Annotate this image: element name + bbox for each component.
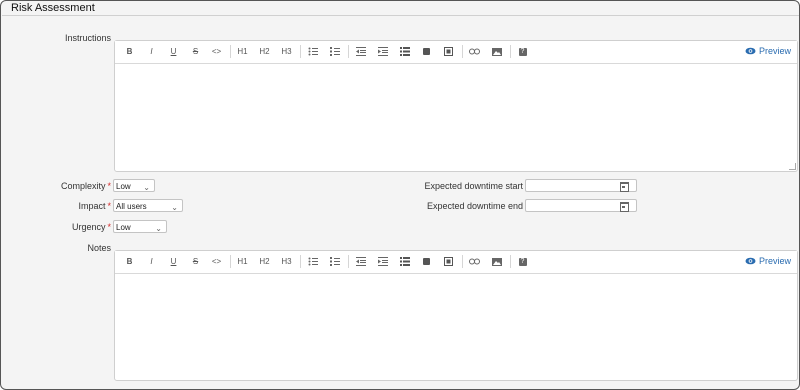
- eye-icon: [745, 257, 756, 265]
- toolbar-separator: [462, 255, 463, 268]
- toolbar-separator: [348, 45, 349, 58]
- underline-button[interactable]: U: [167, 45, 180, 58]
- image-icon[interactable]: [490, 255, 503, 268]
- quote-icon[interactable]: [420, 255, 433, 268]
- impact-value: All users: [116, 202, 147, 211]
- bold-button[interactable]: B: [123, 255, 136, 268]
- complexity-label: Complexity *: [60, 181, 111, 191]
- calendar-icon[interactable]: [620, 182, 629, 192]
- code-button[interactable]: <>: [210, 255, 223, 268]
- toolbar-separator: [300, 45, 301, 58]
- numbered-list-icon[interactable]: [328, 255, 341, 268]
- help-icon[interactable]: ?: [516, 45, 529, 58]
- quote-icon[interactable]: [420, 45, 433, 58]
- risk-assessment-panel: Risk Assessment Instructions B I U S <> …: [0, 0, 800, 390]
- downtime-start-label: Expected downtime start: [424, 181, 523, 191]
- italic-button[interactable]: I: [145, 45, 158, 58]
- toolbar-separator: [230, 45, 231, 58]
- bullet-list-icon[interactable]: [306, 255, 319, 268]
- embed-icon[interactable]: [442, 255, 455, 268]
- list-icon[interactable]: [398, 255, 411, 268]
- bold-button[interactable]: B: [123, 45, 136, 58]
- urgency-label: Urgency *: [71, 222, 111, 232]
- chevron-down-icon: ⌄: [143, 183, 150, 192]
- instructions-toolbar: B I U S <> H1 H2 H3 ? Preview: [115, 41, 797, 64]
- toolbar-separator: [230, 255, 231, 268]
- heading-2-button[interactable]: H2: [258, 255, 271, 268]
- list-icon[interactable]: [398, 45, 411, 58]
- outdent-icon[interactable]: [354, 45, 367, 58]
- preview-button[interactable]: Preview: [745, 46, 791, 56]
- urgency-select[interactable]: Low ⌄: [113, 220, 167, 233]
- image-icon[interactable]: [490, 45, 503, 58]
- link-icon[interactable]: [468, 255, 481, 268]
- heading-1-button[interactable]: H1: [236, 45, 249, 58]
- help-icon[interactable]: ?: [516, 255, 529, 268]
- strikethrough-button[interactable]: S: [189, 255, 202, 268]
- toolbar-separator: [510, 255, 511, 268]
- calendar-icon[interactable]: [620, 202, 629, 212]
- link-icon[interactable]: [468, 45, 481, 58]
- complexity-select[interactable]: Low ⌄: [113, 179, 155, 192]
- embed-icon[interactable]: [442, 45, 455, 58]
- urgency-value: Low: [116, 223, 131, 232]
- notes-label: Notes: [87, 243, 111, 253]
- downtime-end-label: Expected downtime end: [426, 201, 523, 211]
- notes-textarea[interactable]: [115, 274, 797, 380]
- instructions-label: Instructions: [64, 33, 111, 43]
- indent-icon[interactable]: [376, 45, 389, 58]
- notes-toolbar: B I U S <> H1 H2 H3 ? Preview: [115, 251, 797, 274]
- impact-select[interactable]: All users ⌄: [113, 199, 183, 212]
- toolbar-separator: [300, 255, 301, 268]
- toolbar-separator: [462, 45, 463, 58]
- preview-button[interactable]: Preview: [745, 256, 791, 266]
- heading-3-button[interactable]: H3: [280, 255, 293, 268]
- indent-icon[interactable]: [376, 255, 389, 268]
- eye-icon: [745, 47, 756, 55]
- preview-label: Preview: [758, 46, 791, 56]
- strikethrough-button[interactable]: S: [189, 45, 202, 58]
- heading-1-button[interactable]: H1: [236, 255, 249, 268]
- chevron-down-icon: ⌄: [155, 224, 162, 233]
- downtime-start-input[interactable]: [525, 179, 637, 192]
- notes-editor: B I U S <> H1 H2 H3 ? Preview: [114, 250, 798, 381]
- instructions-textarea[interactable]: [115, 64, 797, 171]
- numbered-list-icon[interactable]: [328, 45, 341, 58]
- header-divider: [2, 15, 799, 16]
- italic-button[interactable]: I: [145, 255, 158, 268]
- resize-handle[interactable]: [789, 163, 796, 170]
- instructions-editor: B I U S <> H1 H2 H3 ? Preview: [114, 40, 798, 172]
- toolbar-separator: [348, 255, 349, 268]
- preview-label: Preview: [758, 256, 791, 266]
- outdent-icon[interactable]: [354, 255, 367, 268]
- heading-2-button[interactable]: H2: [258, 45, 271, 58]
- section-title: Risk Assessment: [11, 2, 95, 14]
- toolbar-separator: [510, 45, 511, 58]
- bullet-list-icon[interactable]: [306, 45, 319, 58]
- heading-3-button[interactable]: H3: [280, 45, 293, 58]
- complexity-value: Low: [116, 182, 131, 191]
- downtime-end-input[interactable]: [525, 199, 637, 212]
- chevron-down-icon: ⌄: [171, 203, 178, 212]
- underline-button[interactable]: U: [167, 255, 180, 268]
- code-button[interactable]: <>: [210, 45, 223, 58]
- impact-label: Impact *: [78, 201, 111, 211]
